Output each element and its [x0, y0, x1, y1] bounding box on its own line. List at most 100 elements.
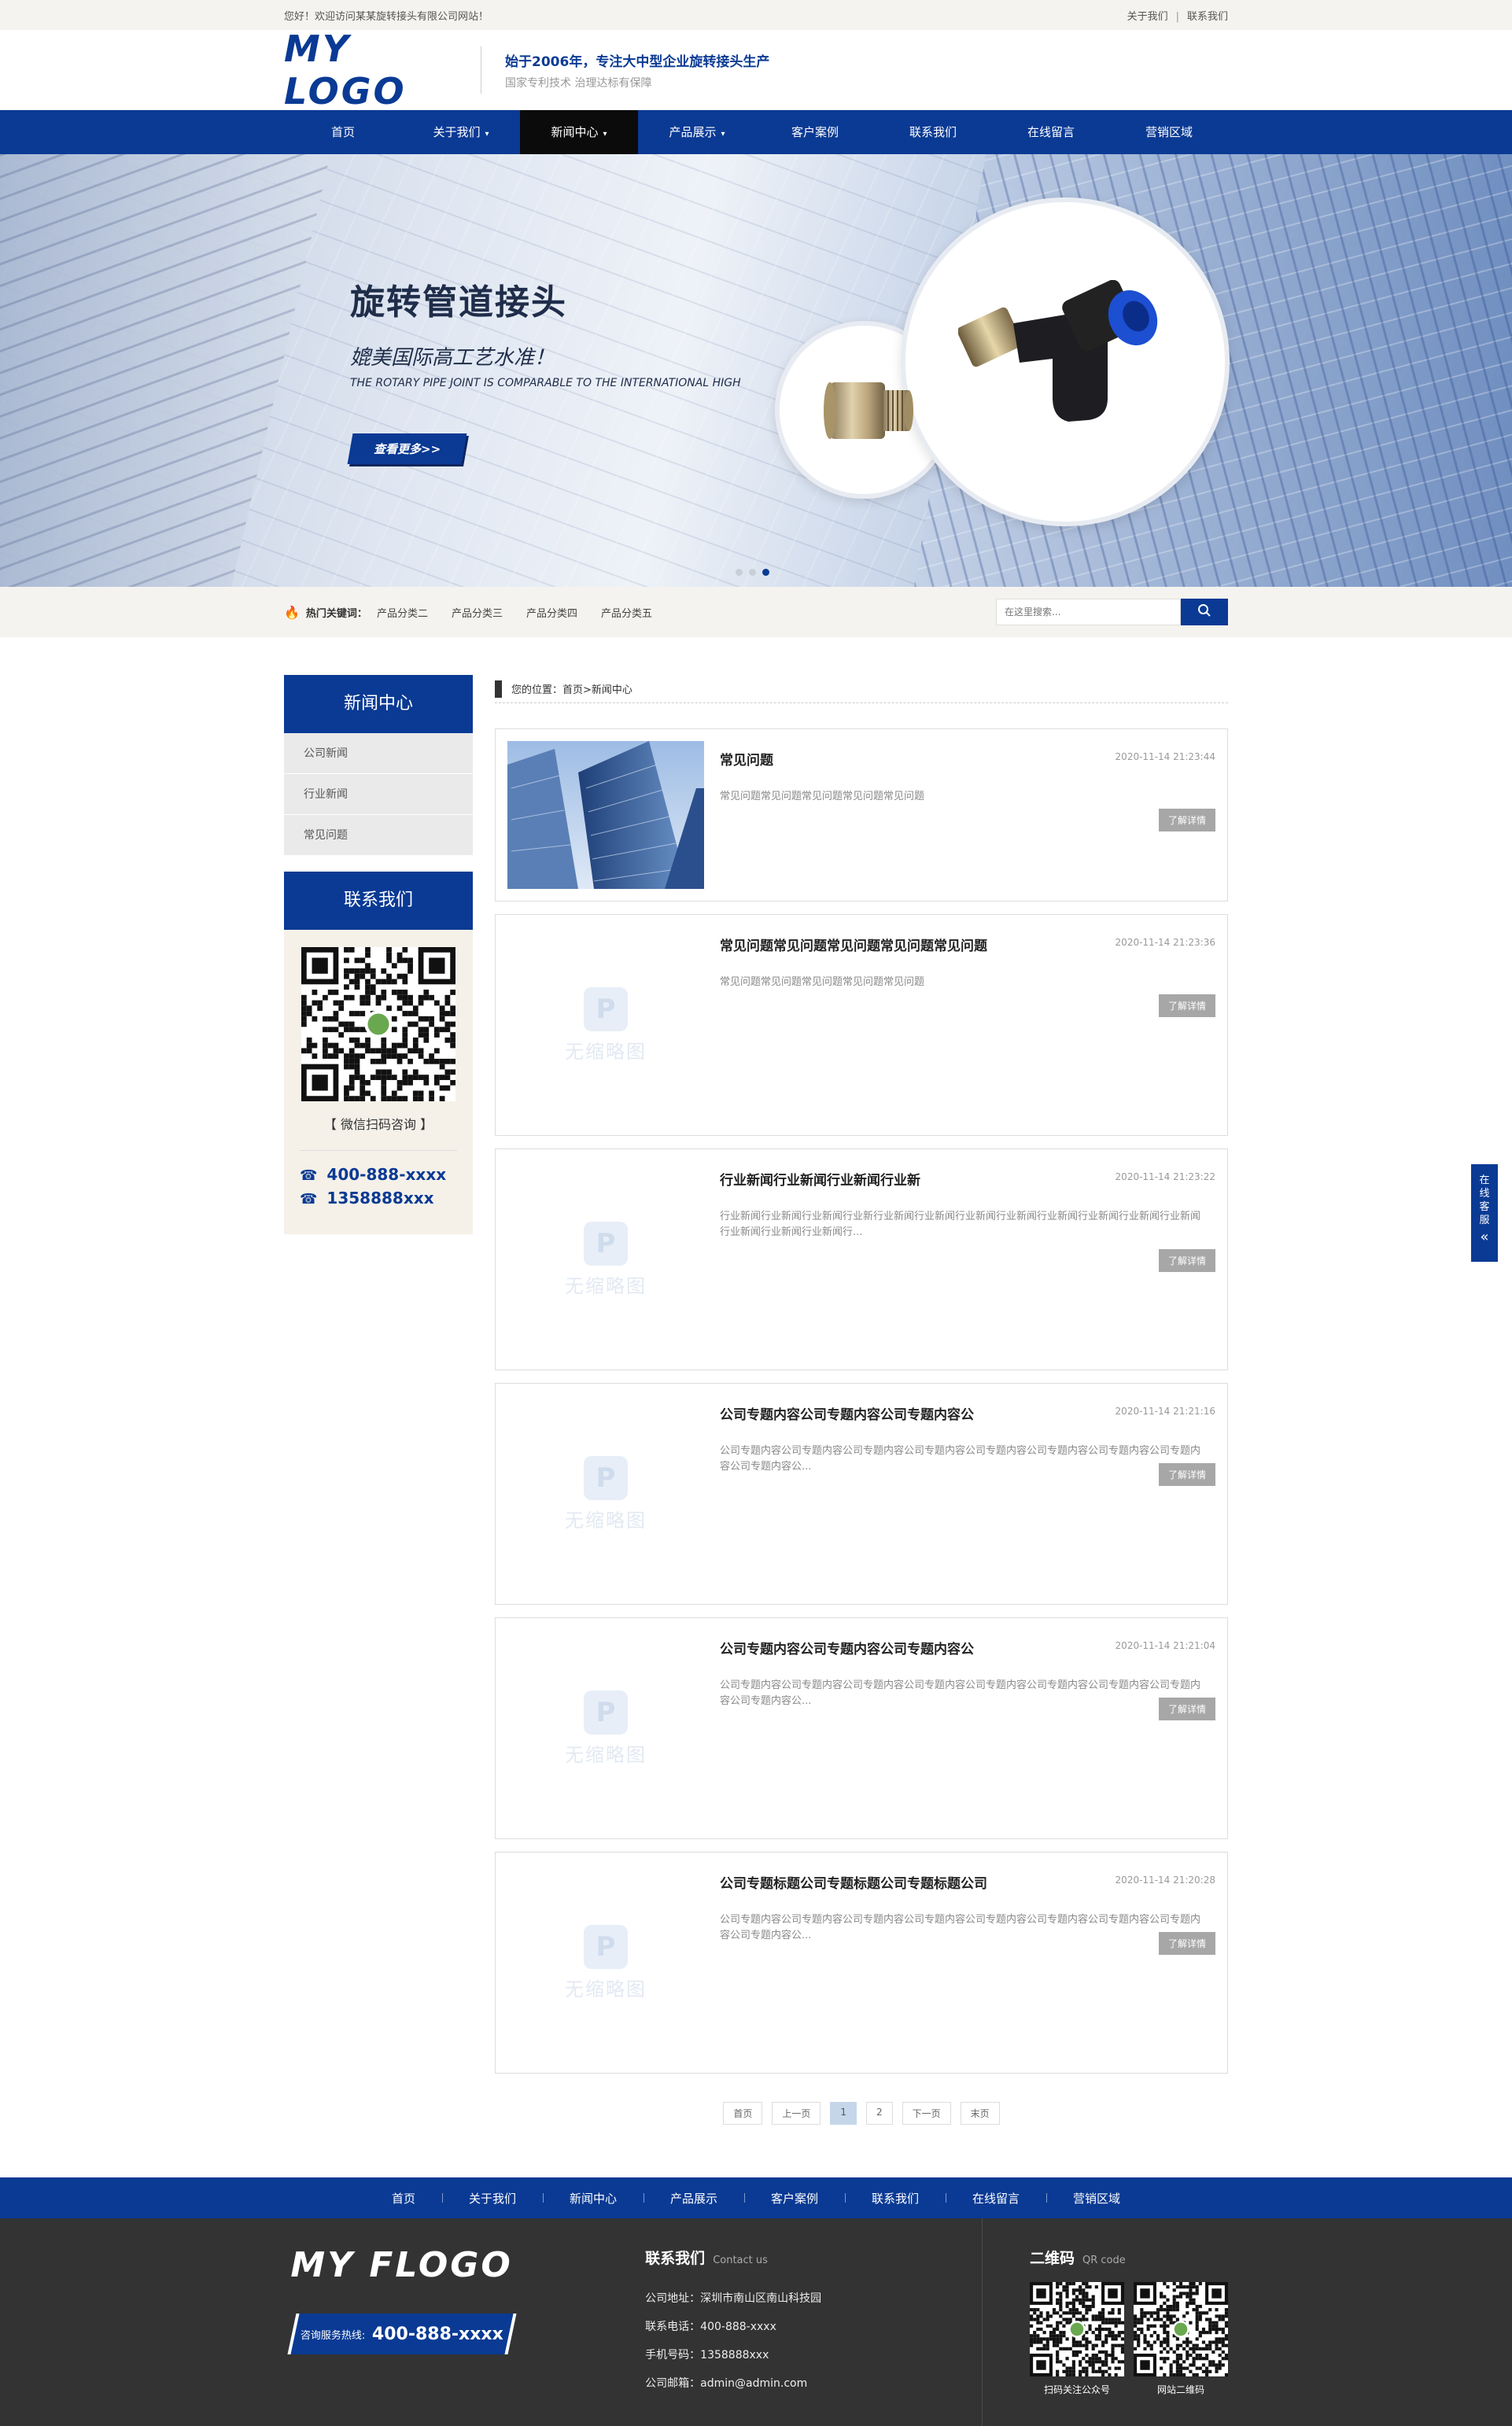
- placeholder-image-icon: P: [584, 1690, 628, 1735]
- hot-keyword[interactable]: 产品分类四: [526, 605, 577, 620]
- pager-button[interactable]: 末页: [960, 2102, 1000, 2125]
- pager-button[interactable]: 首页: [723, 2102, 763, 2125]
- nav-item[interactable]: 联系我们: [874, 110, 992, 154]
- nav-item-label: 关于我们: [433, 125, 481, 139]
- hot-keyword[interactable]: 产品分类二: [377, 605, 428, 620]
- search-icon: [1198, 603, 1211, 617]
- news-thumbnail[interactable]: [507, 741, 704, 889]
- hot-keyword[interactable]: 产品分类五: [601, 605, 652, 620]
- nav-item[interactable]: 关于我们 ▾: [402, 110, 520, 154]
- slogan-main: 始于2006年，专注大中型企业旋转接头生产: [505, 53, 770, 70]
- top-links: 关于我们 | 联系我们: [1119, 8, 1228, 23]
- nav-item[interactable]: 产品展示 ▾: [638, 110, 756, 154]
- footer-nav-item[interactable]: 营销区域: [1046, 2190, 1147, 2207]
- footer-nav-item[interactable]: 产品展示: [643, 2190, 744, 2207]
- placeholder-text: 无缩略图: [565, 1978, 647, 2000]
- pager-button[interactable]: 上一页: [772, 2102, 821, 2125]
- wechat-official-qr-code: [1030, 2282, 1124, 2376]
- qr2-caption: 网站二维码: [1156, 2384, 1204, 2395]
- news-item[interactable]: P 无缩略图 常见问题常见问题常见问题常见问题常见问题 2020-11-14 2…: [495, 914, 1228, 1136]
- pager-button[interactable]: 下一页: [902, 2102, 951, 2125]
- read-more-button[interactable]: 了解详情: [1158, 994, 1215, 1017]
- pager-button[interactable]: 2: [866, 2102, 893, 2125]
- news-thumbnail-placeholder[interactable]: P 无缩略图: [507, 1864, 704, 2061]
- nav-item[interactable]: 新闻中心 ▾: [520, 110, 638, 154]
- nav-item[interactable]: 在线留言: [992, 110, 1110, 154]
- banner-dot[interactable]: [736, 569, 743, 576]
- placeholder-text: 无缩略图: [565, 1509, 647, 1532]
- nav-item[interactable]: 营销区域: [1110, 110, 1228, 154]
- footer-nav-item[interactable]: 客户案例: [744, 2190, 845, 2207]
- phone-icon: ☎: [300, 1191, 318, 1207]
- footer-mobile: 手机号码：1358888xxx: [645, 2349, 769, 2361]
- news-thumbnail-placeholder[interactable]: P 无缩略图: [507, 1396, 704, 1592]
- banner-dot[interactable]: [749, 569, 756, 576]
- footer-contact-en: Contact us: [713, 2255, 768, 2266]
- footer-nav-item[interactable]: 联系我们: [845, 2190, 946, 2207]
- news-date: 2020-11-14 21:23:44: [1115, 751, 1215, 762]
- news-item[interactable]: P 无缩略图 公司专题标题公司专题标题公司专题标题公司 2020-11-14 2…: [495, 1852, 1228, 2074]
- footer-nav-item[interactable]: 新闻中心: [542, 2190, 644, 2207]
- footer-qr-en: QR code: [1082, 2255, 1126, 2266]
- footer-logo[interactable]: MY FLOGO: [284, 2245, 519, 2285]
- sidebar-title: 新闻中心: [284, 675, 473, 733]
- banner-dot-active[interactable]: [762, 569, 769, 576]
- news-item[interactable]: P 无缩略图 行业新闻行业新闻行业新闻行业新 2020-11-14 21:23:…: [495, 1148, 1228, 1370]
- banner-title: 旋转管道接头: [350, 282, 567, 323]
- banner-more-button[interactable]: 查看更多>>: [347, 433, 467, 464]
- footer-qr: 二维码 QR code 扫码关注公众号 网站二维码: [983, 2218, 1228, 2426]
- read-more-button[interactable]: 了解详情: [1158, 1932, 1215, 1955]
- slogan: 始于2006年，专注大中型企业旋转接头生产 国家专利技术 治理达标有保障: [481, 46, 769, 94]
- news-item[interactable]: P 无缩略图 公司专题内容公司专题内容公司专题内容公 2020-11-14 21…: [495, 1383, 1228, 1605]
- pager-button[interactable]: 1: [830, 2102, 857, 2125]
- read-more-button[interactable]: 了解详情: [1158, 1463, 1215, 1486]
- read-more-button[interactable]: 了解详情: [1158, 1698, 1215, 1720]
- top-link-separator: |: [1175, 10, 1179, 23]
- sidebar: 新闻中心 公司新闻 行业新闻 常见问题 联系我们 【 微信扫码咨询 】 ☎ 400…: [284, 675, 473, 2125]
- online-service-button[interactable]: 在线客服 «: [1471, 1164, 1498, 1262]
- footer-contact-title: 联系我们: [645, 2250, 706, 2267]
- top-link-contact[interactable]: 联系我们: [1187, 11, 1228, 23]
- news-description: 行业新闻行业新闻行业新闻行业新行业新闻行业新闻行业新闻行业新闻行业新闻行业新闻行…: [720, 1211, 1201, 1238]
- placeholder-image-icon: P: [584, 1221, 628, 1266]
- news-item[interactable]: 常见问题 2020-11-14 21:23:44 常见问题常见问题常见问题常见问…: [495, 728, 1228, 901]
- nav-item[interactable]: 首页: [284, 110, 402, 154]
- footer-qr-title: 二维码: [1030, 2250, 1075, 2267]
- search-button[interactable]: [1181, 599, 1228, 625]
- sidebar-item-company-news[interactable]: 公司新闻: [284, 733, 473, 774]
- footer-nav-item[interactable]: 关于我们: [441, 2190, 543, 2207]
- placeholder-image-icon: P: [584, 986, 628, 1031]
- news-content: 您的位置： 首页>新闻中心 常见问题 2020-11-14 21:23:44 常…: [495, 675, 1228, 2125]
- nav-item[interactable]: 客户案例: [756, 110, 874, 154]
- nav-item-label: 产品展示: [669, 125, 717, 139]
- read-more-button[interactable]: 了解详情: [1158, 1249, 1215, 1272]
- news-thumbnail-placeholder[interactable]: P 无缩略图: [507, 927, 704, 1123]
- news-thumbnail-placeholder[interactable]: P 无缩略图: [507, 1630, 704, 1827]
- news-description: 公司专题内容公司专题内容公司专题内容公司专题内容公司专题内容公司专题内容公司专题…: [720, 1679, 1201, 1707]
- read-more-button[interactable]: 了解详情: [1158, 809, 1215, 831]
- banner-subtitle: 媲美国际高工艺水准！: [350, 346, 555, 370]
- news-description: 公司专题内容公司专题内容公司专题内容公司专题内容公司专题内容公司专题内容公司专题…: [720, 1914, 1201, 1941]
- news-thumbnail-placeholder[interactable]: P 无缩略图: [507, 1161, 704, 1358]
- banner-dots: [736, 569, 769, 576]
- website-qr-code: [1134, 2282, 1228, 2376]
- hero-banner: 旋转管道接头 媲美国际高工艺水准！ THE ROTARY PIPE JOINT …: [0, 154, 1512, 587]
- phone-icon: ☎: [300, 1167, 318, 1184]
- news-item[interactable]: P 无缩略图 公司专题内容公司专题内容公司专题内容公 2020-11-14 21…: [495, 1617, 1228, 1839]
- top-link-about[interactable]: 关于我们: [1127, 11, 1168, 23]
- hot-keywords-label: 热门关键词：: [305, 607, 367, 620]
- hot-keyword[interactable]: 产品分类三: [452, 605, 503, 620]
- news-date: 2020-11-14 21:20:28: [1115, 1875, 1215, 1886]
- news-description: 公司专题内容公司专题内容公司专题内容公司专题内容公司专题内容公司专题内容公司专题…: [720, 1445, 1201, 1473]
- breadcrumb-path[interactable]: 首页>新闻中心: [562, 681, 632, 696]
- breadcrumb-label: 您的位置：: [511, 684, 563, 696]
- search-input[interactable]: [996, 599, 1181, 625]
- qr-caption: 【 微信扫码咨询 】: [323, 1117, 433, 1132]
- building-left-image: [0, 154, 330, 587]
- sidebar-item-industry-news[interactable]: 行业新闻: [284, 774, 473, 815]
- sidebar-item-faq[interactable]: 常见问题: [284, 815, 473, 856]
- site-logo[interactable]: MY LOGO: [284, 28, 481, 112]
- news-date: 2020-11-14 21:21:04: [1115, 1640, 1215, 1651]
- footer-nav-item[interactable]: 在线留言: [946, 2190, 1046, 2207]
- footer-nav-item[interactable]: 首页: [365, 2190, 442, 2207]
